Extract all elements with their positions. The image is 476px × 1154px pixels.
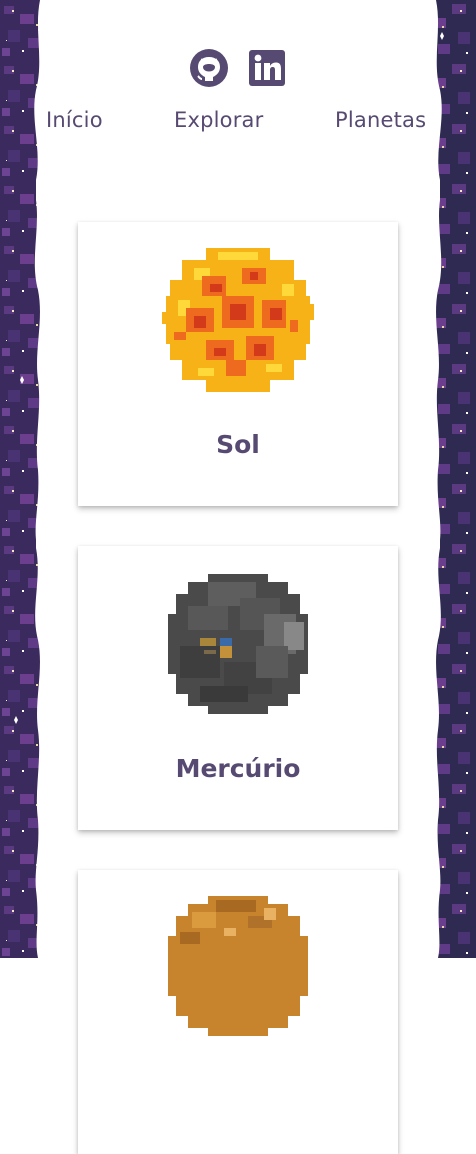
page-content: Início Explorar Planetas Sol Mercúrio [36,0,440,1154]
planet-card-mercurio[interactable]: Mercúrio [78,546,398,830]
planet-name: Mercúrio [175,754,301,783]
github-icon [190,49,228,87]
mercury-image [168,574,308,714]
planet-card-sol[interactable]: Sol [78,222,398,506]
nav-link-inicio[interactable]: Início [46,108,103,132]
sun-image [162,248,314,392]
social-links [36,48,440,88]
nav-link-planetas[interactable]: Planetas [335,108,426,132]
main-nav: Início Explorar Planetas [46,108,440,138]
nav-link-explorar[interactable]: Explorar [174,108,263,132]
venus-image [168,896,308,1036]
linkedin-link[interactable] [247,48,287,88]
github-link[interactable] [189,48,229,88]
planet-card-venus[interactable] [78,870,398,1154]
linkedin-icon [249,50,285,86]
planet-name: Sol [216,430,260,459]
